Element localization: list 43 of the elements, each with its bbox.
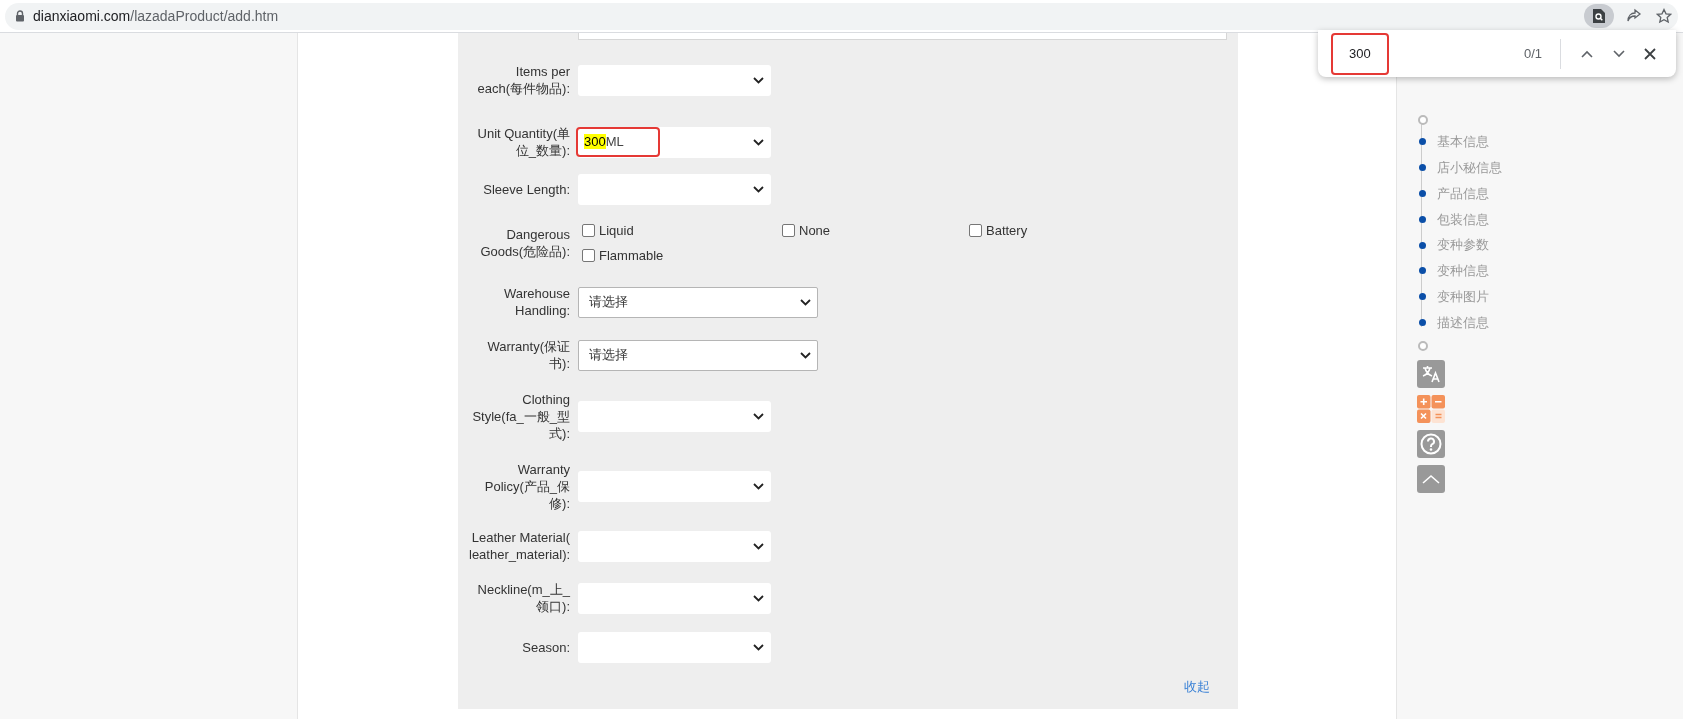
text-area[interactable]	[578, 33, 1227, 40]
next-match-icon[interactable]	[1613, 49, 1625, 58]
checkbox-option[interactable]: Battery	[969, 221, 1028, 241]
close-icon[interactable]	[1644, 47, 1656, 60]
match-count: 0/1	[1523, 44, 1542, 63]
field-label: Warranty(保证书):	[486, 338, 570, 372]
back-to-top-icon[interactable]	[1417, 465, 1445, 494]
find-field[interactable]: 300	[1331, 32, 1389, 75]
field-label: Clothing Style(fa_一般_型式):	[471, 390, 570, 442]
chevron-down-icon	[800, 298, 811, 306]
chevron-down-icon	[753, 185, 764, 193]
field-label: Season:	[521, 638, 570, 656]
checkbox-option[interactable]: None	[782, 221, 831, 241]
field-label: Leather Material( leather_material):	[469, 529, 570, 563]
dropdown[interactable]: 请选择	[578, 339, 818, 371]
chevron-down-icon	[753, 594, 764, 602]
field-label: Unit Quantity(单位_数量):	[476, 125, 570, 159]
previous-match-icon[interactable]	[1581, 49, 1593, 58]
collapse-link[interactable]: 收起	[1184, 677, 1210, 697]
chevron-down-icon	[753, 138, 764, 146]
help-icon[interactable]	[1417, 430, 1445, 459]
field-label: Neckline(m_上_领口):	[476, 581, 570, 615]
field-label: Items per each(每件物品):	[476, 63, 570, 97]
lock-icon	[15, 10, 25, 22]
share-icon[interactable]	[1626, 8, 1642, 24]
chevron-down-icon	[753, 482, 764, 490]
field-label: Sleeve Length:	[482, 180, 570, 198]
dropdown[interactable]: 请选择	[578, 286, 818, 318]
chevron-down-icon	[753, 542, 764, 550]
chevron-down-icon	[753, 412, 764, 420]
translate-icon[interactable]	[1417, 360, 1445, 389]
star-icon[interactable]	[1656, 8, 1672, 24]
find-in-page-icon[interactable]	[1584, 4, 1614, 28]
url-text[interactable]: dianxiaomi.com/lazadaProduct/add.htm	[33, 5, 279, 27]
checkbox-option[interactable]: Liquid	[582, 221, 634, 241]
checkbox-option[interactable]: Flammable	[582, 245, 664, 265]
field-label: Warranty Policy(产品_保修):	[483, 460, 570, 512]
chevron-down-icon	[753, 76, 764, 84]
calculator-icon[interactable]	[1417, 395, 1445, 424]
field-label: Dangerous Goods(危险品):	[479, 226, 570, 260]
chevron-down-icon	[800, 351, 811, 359]
field-label: Warehouse Handling:	[503, 285, 570, 319]
chevron-down-icon	[753, 643, 764, 651]
